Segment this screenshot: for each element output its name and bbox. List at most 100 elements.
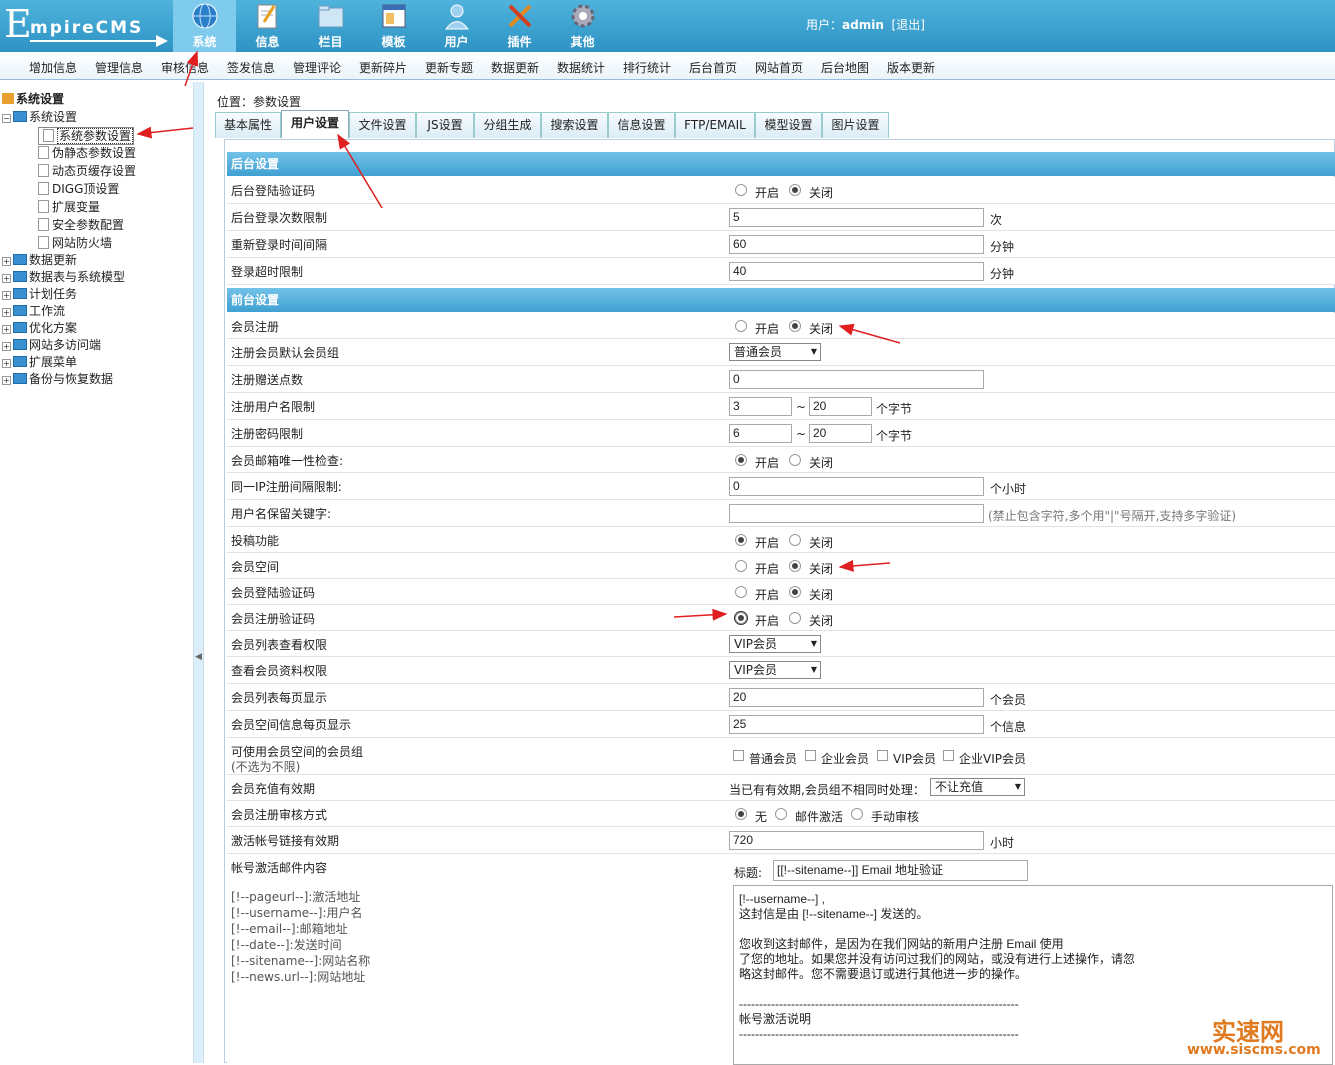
nav-system[interactable]: 系统 — [173, 0, 236, 52]
activation-validity-input[interactable]: 720 — [729, 831, 984, 850]
row-register-points: 注册赠送点数 0 — [227, 366, 1335, 393]
tab-js[interactable]: JS设置 — [416, 112, 474, 138]
tab-model[interactable]: 模型设置 — [755, 112, 822, 138]
tab-info[interactable]: 信息设置 — [608, 112, 675, 138]
tree-root[interactable]: 系统设置 — [2, 91, 64, 107]
nav-user[interactable]: 用户 — [425, 0, 488, 52]
checkbox[interactable] — [877, 750, 888, 761]
password-max-input[interactable]: 20 — [809, 424, 872, 443]
mail-title-input[interactable]: [[!--sitename--]] Email 地址验证 — [773, 860, 1028, 881]
radio-manual[interactable] — [851, 808, 863, 820]
radio-off[interactable] — [789, 586, 801, 598]
tree-folder[interactable]: + 数据表与系统模型 — [2, 269, 125, 285]
menu-item[interactable]: 增加信息 — [29, 59, 77, 76]
tree-item-rewrite[interactable]: 伪静态参数设置 — [38, 145, 136, 161]
tab-file[interactable]: 文件设置 — [349, 112, 416, 138]
menu-item[interactable]: 管理信息 — [95, 59, 143, 76]
menu-item[interactable]: 更新专题 — [425, 59, 473, 76]
panel-splitter[interactable]: ◀ — [193, 82, 204, 1063]
space-per-page-input[interactable]: 25 — [729, 715, 984, 734]
expand-icon[interactable]: + — [2, 376, 11, 385]
radio-none[interactable] — [735, 808, 747, 820]
menu-item[interactable]: 排行统计 — [623, 59, 671, 76]
menu-item[interactable]: 审核信息 — [161, 59, 209, 76]
radio-off[interactable] — [789, 560, 801, 572]
password-min-input[interactable]: 6 — [729, 424, 792, 443]
nav-column[interactable]: 栏目 — [299, 0, 362, 52]
recharge-select[interactable]: 不让充值 ▼ — [930, 778, 1025, 796]
tab-image[interactable]: 图片设置 — [822, 112, 889, 138]
list-permission-select[interactable]: VIP会员 ▼ — [729, 635, 821, 653]
menu-item[interactable]: 数据统计 — [557, 59, 605, 76]
tab-group-gen[interactable]: 分组生成 — [474, 112, 541, 138]
login-timeout-input[interactable]: 40 — [729, 262, 984, 281]
radio-on[interactable] — [735, 586, 747, 598]
tree-item-cache[interactable]: 动态页缓存设置 — [38, 163, 136, 179]
profile-permission-select[interactable]: VIP会员 ▼ — [729, 661, 821, 679]
tree-folder[interactable]: + 网站多访问端 — [2, 337, 101, 353]
expand-icon[interactable]: + — [2, 342, 11, 351]
menu-item[interactable]: 网站首页 — [755, 59, 803, 76]
menu-item[interactable]: 管理评论 — [293, 59, 341, 76]
checkbox[interactable] — [943, 750, 954, 761]
ip-interval-input[interactable]: 0 — [729, 477, 984, 496]
collapse-icon[interactable]: − — [2, 114, 11, 123]
tab-user[interactable]: 用户设置 — [281, 110, 349, 138]
radio-off[interactable] — [789, 184, 801, 196]
menu-item[interactable]: 后台首页 — [689, 59, 737, 76]
tree-group-system[interactable]: − 系统设置 — [2, 109, 77, 125]
login-limit-input[interactable]: 5 — [729, 208, 984, 227]
radio-email[interactable] — [775, 808, 787, 820]
expand-icon[interactable]: + — [2, 291, 11, 300]
radio-on[interactable] — [735, 184, 747, 196]
tree-folder[interactable]: + 数据更新 — [2, 252, 77, 268]
menu-item[interactable]: 版本更新 — [887, 59, 935, 76]
tree-folder[interactable]: + 备份与恢复数据 — [2, 371, 113, 387]
tab-ftp-email[interactable]: FTP/EMAIL — [675, 112, 755, 138]
radio-on[interactable] — [735, 534, 747, 546]
radio-off[interactable] — [789, 612, 801, 624]
logout-link[interactable]: [退出] — [892, 18, 925, 32]
username-min-input[interactable]: 3 — [729, 397, 792, 416]
expand-icon[interactable]: + — [2, 325, 11, 334]
radio-on[interactable] — [735, 320, 747, 332]
tree-item-system-params[interactable]: 系统参数设置 — [38, 127, 135, 145]
menu-item[interactable]: 后台地图 — [821, 59, 869, 76]
expand-icon[interactable]: + — [2, 257, 11, 266]
tree-item-security[interactable]: 安全参数配置 — [38, 217, 124, 233]
tab-search[interactable]: 搜索设置 — [541, 112, 608, 138]
expand-icon[interactable]: + — [2, 359, 11, 368]
nav-template[interactable]: 模板 — [362, 0, 425, 52]
reserved-names-input[interactable] — [729, 504, 984, 523]
radio-on[interactable] — [735, 454, 747, 466]
menu-item[interactable]: 更新碎片 — [359, 59, 407, 76]
expand-icon[interactable]: + — [2, 274, 11, 283]
tree-item-firewall[interactable]: 网站防火墙 — [38, 235, 112, 251]
nav-info[interactable]: 信息 — [236, 0, 299, 52]
tree-folder[interactable]: + 扩展菜单 — [2, 354, 77, 370]
relogin-interval-input[interactable]: 60 — [729, 235, 984, 254]
collapse-arrow-icon[interactable]: ◀ — [195, 652, 202, 662]
radio-on[interactable] — [734, 611, 748, 625]
radio-off[interactable] — [789, 320, 801, 332]
register-points-input[interactable]: 0 — [729, 370, 984, 389]
nav-other[interactable]: 其他 — [551, 0, 614, 52]
checkbox[interactable] — [733, 750, 744, 761]
tree-folder[interactable]: + 计划任务 — [2, 286, 77, 302]
list-per-page-input[interactable]: 20 — [729, 688, 984, 707]
menu-item[interactable]: 签发信息 — [227, 59, 275, 76]
menu-item[interactable]: 数据更新 — [491, 59, 539, 76]
radio-on[interactable] — [735, 560, 747, 572]
nav-plugin[interactable]: 插件 — [488, 0, 551, 52]
radio-off[interactable] — [789, 534, 801, 546]
checkbox[interactable] — [805, 750, 816, 761]
tree-item-digg[interactable]: DIGG顶设置 — [38, 181, 119, 197]
tab-basic[interactable]: 基本属性 — [215, 112, 281, 138]
tree-folder[interactable]: + 优化方案 — [2, 320, 77, 336]
default-group-select[interactable]: 普通会员 ▼ — [729, 343, 821, 361]
tree-folder[interactable]: + 工作流 — [2, 303, 65, 319]
tree-item-extvar[interactable]: 扩展变量 — [38, 199, 100, 215]
expand-icon[interactable]: + — [2, 308, 11, 317]
username-max-input[interactable]: 20 — [809, 397, 872, 416]
radio-off[interactable] — [789, 454, 801, 466]
